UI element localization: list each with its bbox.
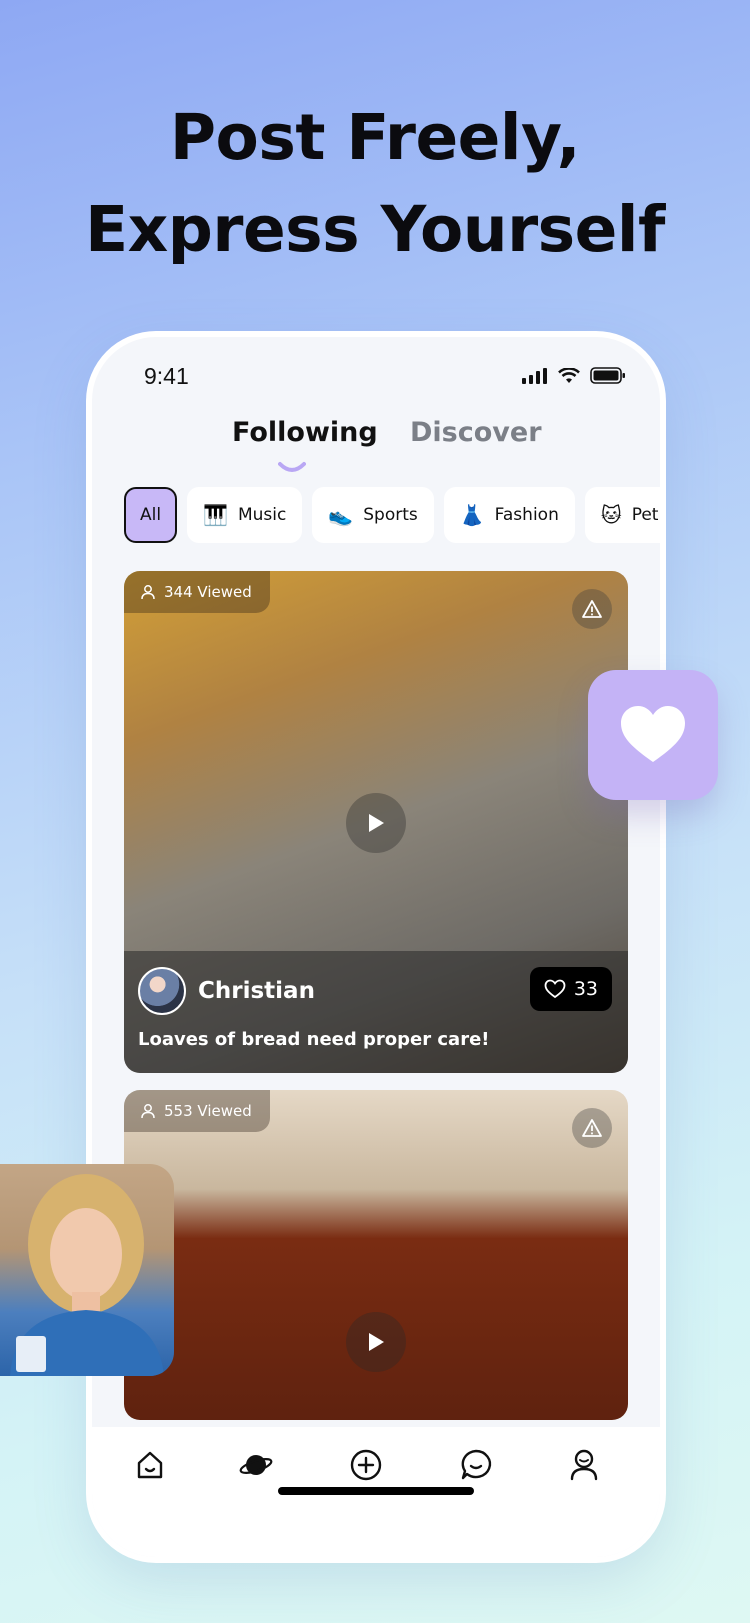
battery-icon bbox=[590, 367, 625, 384]
feed-tabs: Following Discover bbox=[92, 417, 660, 477]
chip-pet[interactable]: 🐱 Pet bbox=[584, 487, 660, 543]
post-card[interactable]: 344 Viewed Christian 33 Loaves of bread … bbox=[124, 571, 628, 1073]
nav-profile[interactable] bbox=[564, 1445, 604, 1485]
home-icon bbox=[137, 1451, 163, 1479]
profile-icon bbox=[570, 1449, 598, 1481]
chip-music[interactable]: 🎹 Music bbox=[187, 487, 303, 543]
category-chips: All 🎹 Music 👟 Sports 👗 Fashion 🐱 Pet bbox=[124, 487, 660, 543]
chip-sports[interactable]: 👟 Sports bbox=[312, 487, 434, 543]
view-count-badge: 553 Viewed bbox=[124, 1090, 270, 1132]
status-bar: 9:41 bbox=[92, 337, 660, 407]
report-button[interactable] bbox=[572, 1108, 612, 1148]
chip-pet-label: Pet bbox=[631, 505, 659, 525]
avatar[interactable] bbox=[138, 967, 186, 1015]
signal-icon bbox=[522, 367, 547, 384]
report-button[interactable] bbox=[572, 589, 612, 629]
home-indicator bbox=[278, 1487, 474, 1495]
wifi-icon bbox=[558, 367, 580, 383]
chip-music-label: Music bbox=[237, 505, 287, 525]
chip-all-label: All bbox=[140, 505, 162, 525]
status-time: 9:41 bbox=[144, 363, 189, 389]
nav-home[interactable] bbox=[130, 1445, 170, 1485]
headline-line-2: Express Yourself bbox=[85, 193, 665, 266]
phone-frame: 9:41 Following Discover All 🎹 Music 👟 Sp… bbox=[92, 337, 660, 1557]
play-button[interactable] bbox=[346, 793, 406, 853]
dress-icon: 👗 bbox=[459, 503, 485, 527]
chat-icon bbox=[461, 1449, 492, 1480]
play-icon bbox=[369, 1333, 384, 1351]
heart-outline-icon bbox=[544, 979, 566, 999]
post-card[interactable]: 553 Viewed bbox=[124, 1090, 628, 1420]
status-icons bbox=[522, 367, 626, 384]
view-count-badge: 344 Viewed bbox=[124, 571, 270, 613]
cat-icon: 🐱 bbox=[600, 503, 622, 527]
like-button[interactable]: 33 bbox=[529, 967, 612, 1011]
person-portrait-illustration bbox=[10, 1174, 164, 1376]
author-name[interactable]: Christian bbox=[198, 978, 315, 1004]
post-info-overlay: Christian 33 Loaves of bread need proper… bbox=[124, 951, 628, 1073]
heart-icon bbox=[621, 706, 685, 762]
tab-discover[interactable]: Discover bbox=[410, 417, 542, 448]
sneaker-icon: 👟 bbox=[328, 503, 354, 527]
warning-icon bbox=[582, 600, 602, 618]
play-icon bbox=[369, 814, 384, 832]
post-caption: Loaves of bread need proper care! bbox=[138, 1029, 490, 1050]
nav-messages[interactable] bbox=[456, 1445, 496, 1485]
floating-heart-badge bbox=[588, 670, 718, 800]
like-count: 33 bbox=[573, 978, 598, 1000]
chip-sports-label: Sports bbox=[363, 505, 418, 525]
tab-active-indicator bbox=[278, 462, 306, 472]
post-author[interactable]: Christian bbox=[138, 967, 315, 1015]
chip-fashion[interactable]: 👗 Fashion bbox=[443, 487, 575, 543]
play-button[interactable] bbox=[346, 1312, 406, 1372]
planet-icon bbox=[239, 1455, 273, 1475]
video-call-portrait bbox=[0, 1164, 174, 1376]
person-icon bbox=[141, 1104, 155, 1119]
chip-all[interactable]: All bbox=[124, 487, 178, 543]
nav-create[interactable] bbox=[346, 1445, 386, 1485]
view-count: 553 Viewed bbox=[164, 1102, 252, 1120]
piano-icon: 🎹 bbox=[203, 503, 228, 527]
chip-fashion-label: Fashion bbox=[494, 505, 559, 525]
view-count: 344 Viewed bbox=[164, 583, 252, 601]
nav-discover[interactable] bbox=[236, 1445, 276, 1485]
person-icon bbox=[141, 585, 155, 600]
add-icon bbox=[350, 1449, 382, 1481]
headline-line-1: Post Freely, bbox=[169, 101, 581, 174]
warning-icon bbox=[582, 1119, 602, 1137]
headline: Post Freely, Express Yourself bbox=[0, 92, 750, 276]
tab-following[interactable]: Following bbox=[232, 417, 378, 448]
